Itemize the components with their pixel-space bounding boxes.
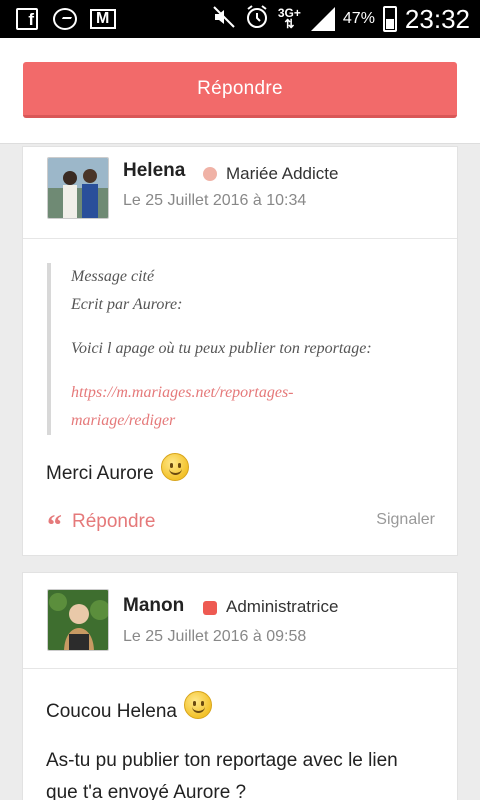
quoted-message: Message cité Ecrit par Aurore: Voici l a… bbox=[47, 263, 443, 435]
post-header: Manon Administratrice Le 25 Juillet 2016… bbox=[23, 573, 457, 669]
gmail-icon bbox=[90, 6, 116, 32]
message-text: As-tu pu publier ton reportage avec le l… bbox=[46, 750, 398, 771]
quote-link[interactable]: https://m.mariages.net/reportages- bbox=[71, 379, 443, 407]
message-text: Coucou Helena bbox=[46, 701, 177, 722]
quote-icon: “ bbox=[47, 509, 62, 542]
quote-label: Message cité bbox=[71, 268, 155, 285]
post-message: Coucou Helena bbox=[46, 691, 213, 723]
report-link[interactable]: Signaler bbox=[376, 511, 435, 529]
avatar[interactable] bbox=[47, 157, 109, 219]
author-role: Mariée Addicte bbox=[226, 164, 339, 183]
post-message-body: As-tu pu publier ton reportage avec le l… bbox=[46, 745, 398, 800]
mute-icon bbox=[212, 5, 236, 34]
network-label: 3G+ bbox=[277, 6, 301, 20]
quote-text: Voici l apage où tu peux publier ton rep… bbox=[71, 340, 372, 357]
post-card: Manon Administratrice Le 25 Juillet 2016… bbox=[22, 572, 458, 800]
author-name[interactable]: Manon bbox=[123, 595, 184, 617]
post-date: Le 25 Juillet 2016 à 10:34 bbox=[123, 192, 307, 209]
network-type: 3G+ ⇅ bbox=[277, 6, 301, 31]
role-badge-icon bbox=[203, 601, 217, 615]
quote-author: Ecrit par Aurore: bbox=[71, 296, 183, 313]
post-reply-button[interactable]: “ Répondre bbox=[47, 503, 155, 541]
message-text: Merci Aurore bbox=[46, 463, 154, 484]
signal-icon bbox=[309, 7, 335, 31]
messenger-icon bbox=[52, 6, 78, 32]
author-name[interactable]: Helena bbox=[123, 160, 185, 182]
post-header: Helena Mariée Addicte Le 25 Juillet 2016… bbox=[23, 147, 457, 239]
clock: 23:32 bbox=[404, 3, 470, 34]
battery-icon bbox=[382, 6, 397, 32]
role-badge-icon bbox=[203, 167, 217, 181]
smiley-icon bbox=[184, 691, 213, 719]
post-reply-label: Répondre bbox=[72, 511, 156, 532]
author-role: Administratrice bbox=[226, 597, 339, 616]
reply-button[interactable]: Répondre bbox=[23, 62, 457, 118]
alarm-icon bbox=[244, 4, 270, 35]
quote-link-cont[interactable]: mariage/rediger bbox=[71, 407, 443, 435]
top-bar: Répondre bbox=[0, 38, 480, 144]
status-bar: f 3G+⇅ 47% 23:32 bbox=[0, 0, 480, 38]
post-date: Le 25 Juillet 2016 à 09:58 bbox=[123, 628, 307, 645]
battery-percent: 47% bbox=[342, 10, 375, 27]
post-message: Merci Aurore bbox=[46, 453, 189, 485]
facebook-icon: f bbox=[14, 6, 40, 32]
avatar[interactable] bbox=[47, 589, 109, 651]
post-card: Helena Mariée Addicte Le 25 Juillet 2016… bbox=[22, 146, 458, 556]
message-text: que t'a envoyé Aurore ? bbox=[46, 782, 247, 800]
smiley-icon bbox=[160, 453, 189, 481]
